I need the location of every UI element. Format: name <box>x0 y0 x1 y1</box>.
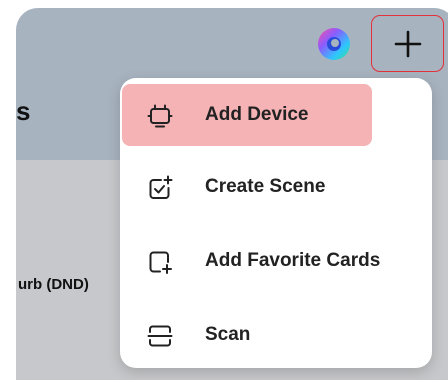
add-button[interactable] <box>371 15 444 72</box>
colorful-ring-logo-icon[interactable] <box>317 27 351 61</box>
menu-item-label: Add Device <box>205 104 309 125</box>
page-title-fragment: s <box>16 96 31 126</box>
menu-item-scan[interactable]: Scan <box>120 304 432 368</box>
plus-icon <box>394 30 421 57</box>
favorite-card-icon <box>149 251 172 274</box>
add-menu: Add Device Create Scene Add Favorite Car… <box>120 78 432 368</box>
menu-item-add-device[interactable]: Add Device <box>120 84 432 148</box>
device-icon <box>147 104 173 128</box>
menu-item-label: Scan <box>205 324 251 345</box>
menu-item-label: Add Favorite Cards <box>205 250 381 271</box>
menu-item-add-favorite-cards[interactable]: Add Favorite Cards <box>120 230 432 294</box>
menu-item-label: Create Scene <box>205 176 326 197</box>
dnd-label: urb (DND) <box>18 276 89 293</box>
menu-item-create-scene[interactable]: Create Scene <box>120 156 432 220</box>
scan-icon <box>147 325 173 347</box>
scene-icon <box>149 175 173 199</box>
